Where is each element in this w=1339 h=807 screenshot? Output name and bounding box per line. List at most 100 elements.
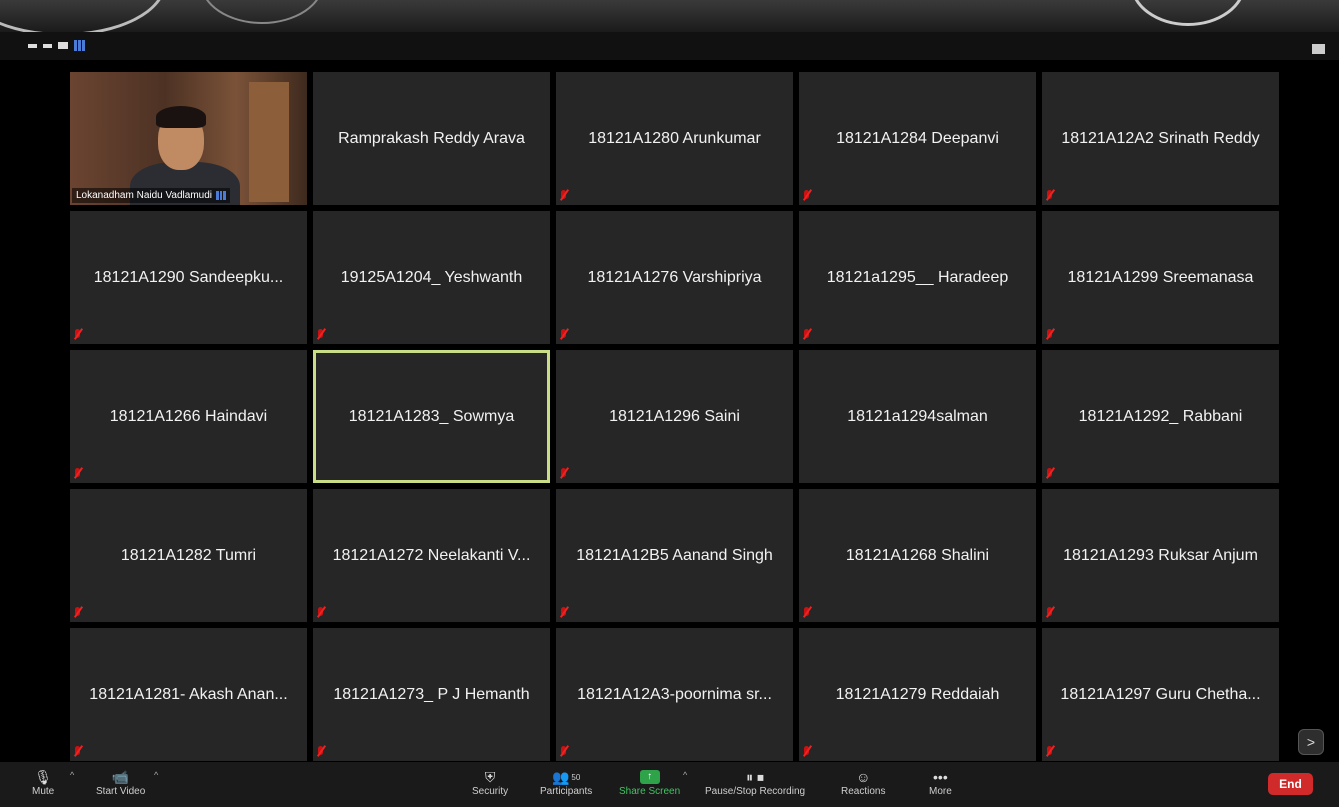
muted-mic-icon [559,606,569,618]
mute-button[interactable]: 🎙 Mute [32,768,55,798]
participant-name: 18121A1293 Ruksar Anjum [1063,546,1258,564]
muted-mic-icon [73,467,83,479]
reactions-button[interactable]: ☺ Reactions [841,768,885,797]
muted-mic-icon [316,745,326,757]
participant-tile[interactable]: 18121A1292_ Rabbani [1042,350,1279,483]
muted-mic-icon [559,189,569,201]
share-screen-label: Share Screen [619,786,681,797]
participant-tile[interactable]: 18121A1299 Sreemanasa [1042,211,1279,344]
strip-view-icon[interactable] [58,42,68,49]
fullscreen-icon[interactable] [1312,44,1325,54]
participant-name: 18121A12B5 Aanand Singh [576,546,773,564]
participant-tile[interactable]: 18121A1290 Sandeepku... [70,211,307,344]
muted-mic-icon [73,606,83,618]
muted-mic-icon [802,745,812,757]
participants-count: 50 [571,772,581,782]
share-screen-button[interactable]: ↑ Share Screen [619,768,680,797]
mute-label: Mute [32,786,55,797]
muted-mic-icon [316,606,326,618]
participant-tile[interactable]: 18121A1296 Saini [556,350,793,483]
self-video-tile[interactable]: Lokanadham Naidu Vadlamudi [70,72,307,205]
participant-tile[interactable]: 18121A1268 Shalini [799,489,1036,622]
muted-mic-icon [559,328,569,340]
ellipsis-icon: ••• [933,769,948,785]
participants-button[interactable]: 👥 50 Participants [540,768,593,798]
participant-tile[interactable]: 18121A12A3-poornima sr... [556,628,793,761]
participant-tile[interactable]: Ramprakash Reddy Arava [313,72,550,205]
participant-name: 18121A1283_ Sowmya [348,407,515,425]
participant-name: 18121A1280 Arunkumar [588,129,761,147]
participant-name: 18121A1299 Sreemanasa [1067,268,1254,286]
muted-mic-icon [1045,606,1055,618]
muted-mic-icon [559,467,569,479]
security-button[interactable]: ⛨ Security [472,768,509,798]
participant-tile[interactable]: 19125A1204_ Yeshwanth [313,211,550,344]
participant-name: 18121A1282 Tumri [120,546,257,564]
participant-tile[interactable]: 18121A1279 Reddaiah [799,628,1036,761]
participant-name: Ramprakash Reddy Arava [338,129,525,147]
participant-name: 18121A12A2 Srinath Reddy [1061,129,1260,147]
view-toolbar [0,32,1339,60]
participant-tile[interactable]: 18121A1280 Arunkumar [556,72,793,205]
end-meeting-button[interactable]: End [1268,773,1313,795]
recording-label: Pause/Stop Recording [705,786,806,797]
participant-tile[interactable]: 18121A1272 Neelakanti V... [313,489,550,622]
participant-tile[interactable]: 18121a1294salman [799,350,1036,483]
participant-tile[interactable]: 18121A1284 Deepanvi [799,72,1036,205]
muted-mic-icon [1045,328,1055,340]
muted-mic-icon [1045,189,1055,201]
participant-tile[interactable]: 18121A12A2 Srinath Reddy [1042,72,1279,205]
start-video-label: Start Video [96,786,146,797]
more-label: More [929,786,952,797]
next-page-button[interactable]: > [1298,729,1324,755]
connection-signal-icon [216,191,227,200]
smiley-icon: ☺ [856,769,871,785]
muted-mic-icon [802,328,812,340]
muted-mic-icon [73,745,83,757]
pause-stop-icon: ⏸ ⏹ [746,768,764,785]
share-screen-icon: ↑ [639,768,660,786]
participant-name: 19125A1204_ Yeshwanth [340,268,523,286]
security-label: Security [472,786,509,797]
muted-mic-icon [316,328,326,340]
muted-mic-icon [802,606,812,618]
participant-tile[interactable]: 18121a1295__ Haradeep [799,211,1036,344]
shield-icon: ⛨ [484,768,496,785]
participants-label: Participants [540,786,593,797]
start-video-button[interactable]: 📹 Start Video [96,768,146,798]
recording-button[interactable]: ⏸ ⏹ Pause/Stop Recording [705,768,806,798]
participant-name: 18121A1284 Deepanvi [836,129,999,147]
muted-mic-icon [1045,467,1055,479]
muted-mic-icon [1045,745,1055,757]
self-video-name: Lokanadham Naidu Vadlamudi [76,190,213,201]
participant-name: 18121A1272 Neelakanti V... [332,546,531,564]
meeting-controls-bar: 🎙 Mute ^ 📹 Start Video ^ ⛨ Security 👥 50 … [0,762,1339,807]
participant-tile[interactable]: 18121A12B5 Aanand Singh [556,489,793,622]
video-off-icon: 📹 [111,768,130,785]
more-button[interactable]: ••• More [929,768,952,797]
participant-tile[interactable]: 18121A1273_ P J Hemanth [313,628,550,761]
video-options-caret-icon[interactable]: ^ [154,770,158,780]
participant-name: 18121a1294salman [847,407,988,425]
participant-tile[interactable]: 18121A1297 Guru Chetha... [1042,628,1279,761]
participant-tile[interactable]: 18121A1282 Tumri [70,489,307,622]
muted-mic-icon [802,189,812,201]
participant-tile[interactable]: 18121A1276 Varshipriya [556,211,793,344]
gallery-grid: Lokanadham Naidu Vadlamudi Ramprakash Re… [70,72,1280,761]
audio-options-caret-icon[interactable]: ^ [70,770,74,780]
muted-mic-icon [559,745,569,757]
minimize-icon[interactable] [28,43,37,48]
speaker-view-icon[interactable] [43,43,52,48]
participant-tile[interactable]: 18121A1266 Haindavi [70,350,307,483]
participant-name: 18121A1276 Varshipriya [587,268,762,286]
reactions-label: Reactions [841,786,886,797]
gallery-view-icon[interactable] [74,40,85,51]
participant-tile[interactable]: 18121A1293 Ruksar Anjum [1042,489,1279,622]
participant-name: 18121A1279 Reddaiah [835,685,1000,703]
participant-tile[interactable]: 18121A1281- Akash Anan... [70,628,307,761]
microphone-icon: 🎙 [34,768,52,785]
participant-name: 18121A1266 Haindavi [109,407,268,425]
participants-icon: 👥 50 [551,768,581,785]
active-speaker-tile[interactable]: 18121A1283_ Sowmya [313,350,550,483]
share-options-caret-icon[interactable]: ^ [683,770,687,780]
